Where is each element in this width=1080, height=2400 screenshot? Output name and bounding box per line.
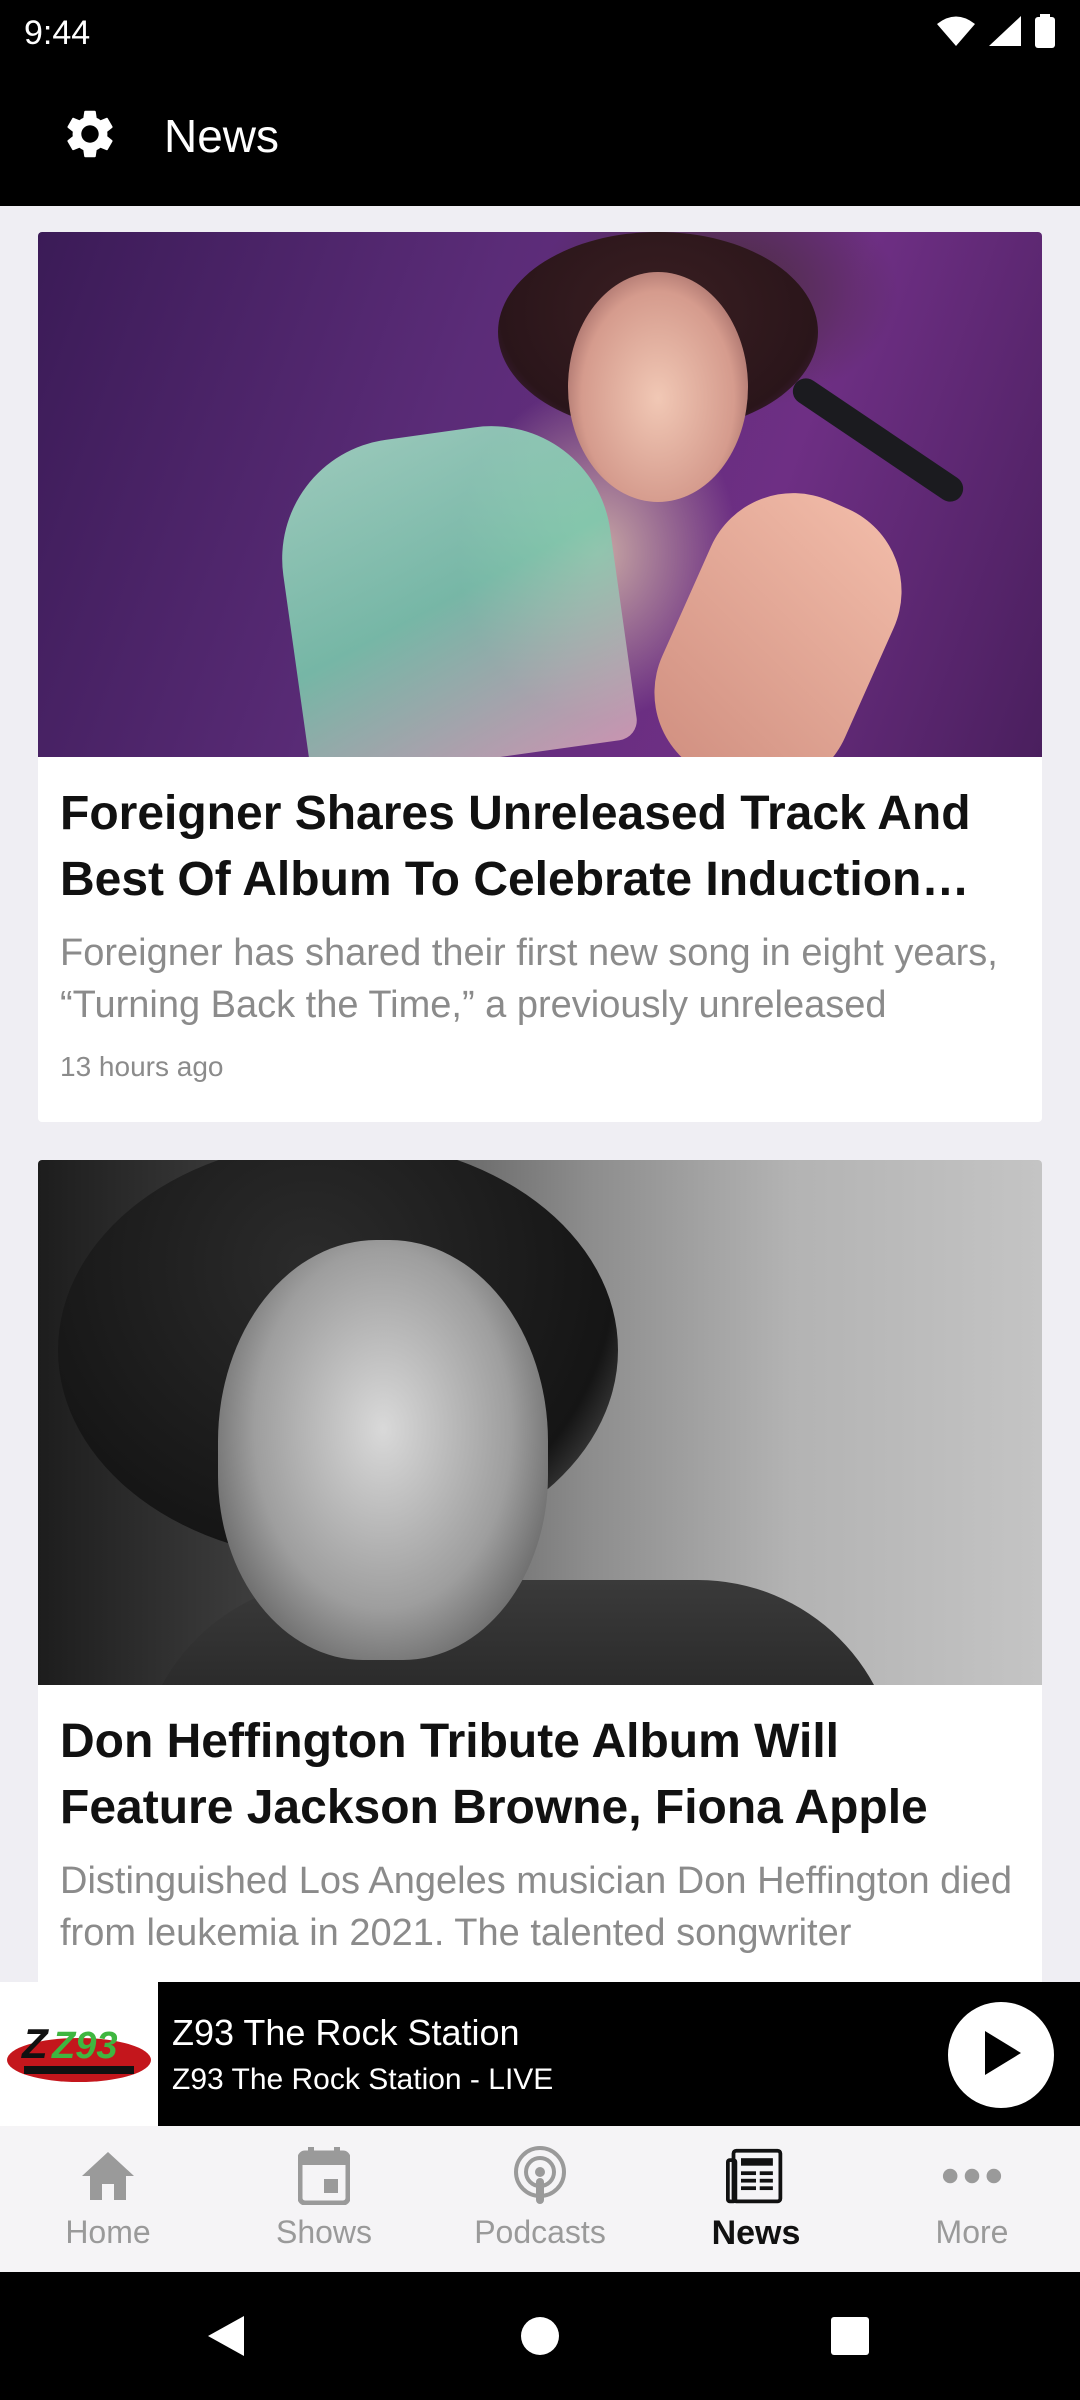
home-icon: [78, 2146, 138, 2206]
wifi-icon: [936, 15, 976, 52]
podcast-icon: [510, 2146, 570, 2206]
play-button[interactable]: [948, 2002, 1054, 2108]
system-navigation-bar: [0, 2272, 1080, 2400]
battery-icon: [1034, 13, 1056, 53]
news-card[interactable]: Don Heffington Tribute Album Will Featur…: [38, 1160, 1042, 1982]
news-card[interactable]: Foreigner Shares Unreleased Track And Be…: [38, 232, 1042, 1122]
svg-text:Z93: Z93: [51, 2025, 117, 2067]
nav-label-home: Home: [65, 2214, 151, 2250]
nav-label-news: News: [711, 2214, 801, 2252]
player-subtitle: Z93 The Rock Station - LIVE: [172, 2063, 554, 2096]
article-image: [38, 232, 1042, 757]
status-icons: [936, 13, 1056, 53]
newspaper-icon: [726, 2146, 786, 2206]
nav-item-more[interactable]: More: [864, 2126, 1080, 2272]
settings-button[interactable]: [58, 104, 122, 168]
nav-label-more: More: [935, 2214, 1009, 2250]
article-timestamp: 13 hours ago: [60, 1051, 224, 1082]
article-summary: Distinguished Los Angeles musician Don H…: [60, 1860, 1013, 1954]
app-bar: News: [0, 66, 1080, 206]
station-logo: Z Z93: [0, 1982, 158, 2126]
page-title: News: [164, 110, 280, 162]
status-bar: 9:44: [0, 0, 1080, 66]
nav-item-news[interactable]: News: [648, 2126, 864, 2272]
play-icon: [979, 2028, 1023, 2083]
nav-item-shows[interactable]: Shows: [216, 2126, 432, 2272]
recents-square-icon[interactable]: [822, 2308, 878, 2364]
screen: 9:44 News Foreigner Shares Unreleased Tr…: [0, 0, 1080, 2400]
article-summary: Foreigner has shared their first new son…: [60, 932, 998, 1026]
nav-label-podcasts: Podcasts: [474, 2214, 606, 2250]
signal-icon: [988, 15, 1022, 52]
status-time: 9:44: [24, 13, 91, 52]
home-circle-icon[interactable]: [512, 2308, 568, 2364]
calendar-icon: [294, 2146, 354, 2206]
article-headline: Foreigner Shares Unreleased Track And Be…: [60, 787, 971, 906]
more-icon: [942, 2146, 1002, 2206]
svg-text:Z: Z: [21, 2020, 49, 2067]
player-title: Z93 The Rock Station: [172, 2012, 520, 2053]
nav-item-podcasts[interactable]: Podcasts: [432, 2126, 648, 2272]
gear-icon: [61, 105, 119, 168]
news-feed[interactable]: Foreigner Shares Unreleased Track And Be…: [0, 206, 1080, 1982]
article-headline: Don Heffington Tribute Album Will Featur…: [60, 1715, 928, 1834]
nav-label-shows: Shows: [275, 2214, 373, 2250]
bottom-navigation: Home Shows Podcasts News More: [0, 2126, 1080, 2272]
article-image: [38, 1160, 1042, 1685]
back-icon[interactable]: [198, 2308, 254, 2364]
mini-player[interactable]: Z Z93 Z93 The Rock Station Z93 The Rock …: [0, 1982, 1080, 2126]
nav-item-home[interactable]: Home: [0, 2126, 216, 2272]
